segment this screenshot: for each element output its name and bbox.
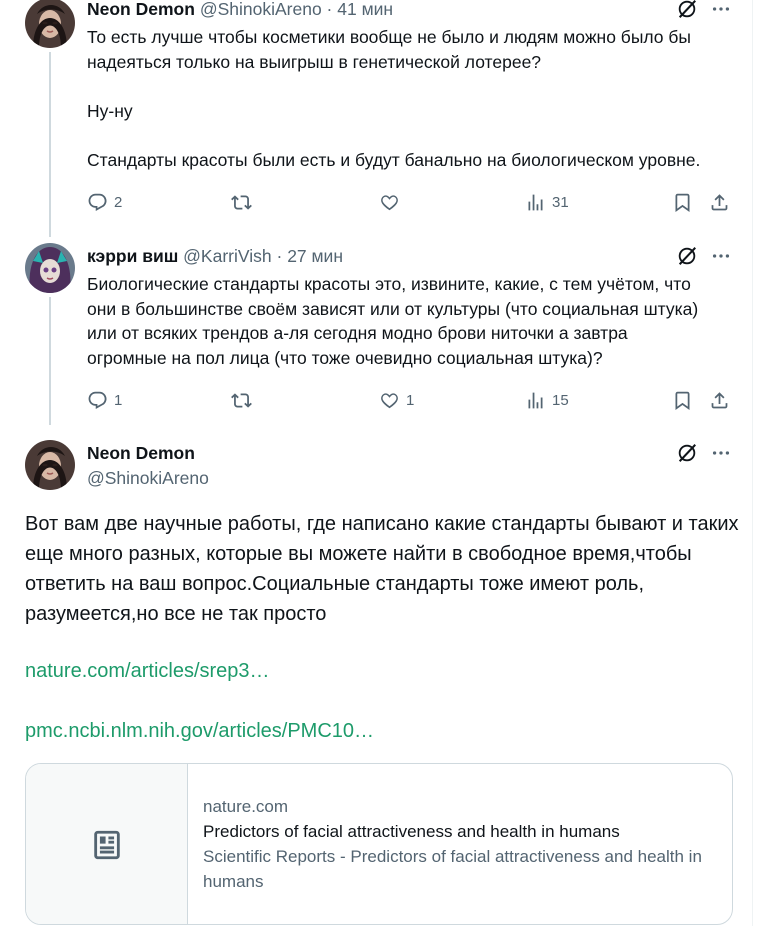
reply-icon: [88, 193, 107, 211]
tweet-actions: 2 31: [87, 190, 737, 214]
link-pmc[interactable]: pmc.ncbi.nlm.nih.gov/articles/PMC10…: [25, 720, 374, 743]
like-button[interactable]: [379, 190, 406, 214]
thread-line: [49, 52, 51, 237]
avatar[interactable]: [25, 440, 75, 490]
views-icon: [528, 392, 543, 408]
tweet-text: Биологические стандарты красоты это, изв…: [87, 274, 699, 368]
repost-icon: [231, 194, 252, 210]
views-button[interactable]: 31: [525, 190, 569, 214]
share-icon: [711, 391, 728, 408]
reply-button[interactable]: 1: [87, 388, 122, 412]
main-author-name[interactable]: Neon Demon: [87, 442, 195, 464]
bookmark-button[interactable]: [672, 190, 693, 214]
author-handle[interactable]: @ShinokiAreno: [200, 0, 322, 19]
link-preview-card[interactable]: nature.com Predictors of facial attracti…: [25, 763, 733, 925]
grok-icon[interactable]: [676, 0, 698, 20]
like-count: 1: [406, 391, 415, 409]
reply-button[interactable]: 2: [87, 190, 122, 214]
right-border: [752, 0, 753, 926]
reply-count: 1: [114, 391, 123, 409]
bookmark-button[interactable]: [672, 388, 693, 412]
tweet-text: То есть лучше чтобы косметики вообще не …: [87, 27, 701, 170]
grok-icon[interactable]: [676, 442, 698, 464]
card-thumbnail: [26, 764, 188, 924]
thread-line: [49, 297, 51, 425]
card-text: nature.com Predictors of facial attracti…: [203, 794, 723, 894]
main-author-handle[interactable]: @ShinokiAreno: [87, 468, 209, 489]
card-domain: nature.com: [203, 797, 289, 816]
reply-count: 2: [114, 193, 123, 211]
more-icon[interactable]: [710, 0, 732, 20]
tweet-actions: 1 1 15: [87, 388, 737, 412]
link-nature[interactable]: nature.com/articles/srep3…: [25, 660, 270, 683]
timestamp[interactable]: · 27 мин: [277, 246, 344, 266]
like-button[interactable]: 1: [379, 388, 414, 412]
heart-icon: [381, 392, 398, 408]
reply-icon: [88, 391, 107, 409]
more-icon[interactable]: [710, 442, 732, 464]
share-icon: [711, 193, 728, 210]
views-count: 31: [552, 193, 569, 211]
share-button[interactable]: [709, 388, 730, 412]
tweet-header: кэрри виш @KarriVish · 27 мин: [87, 245, 343, 267]
bookmark-icon: [675, 391, 690, 410]
article-icon: [93, 830, 120, 860]
author-name[interactable]: Neon Demon: [87, 0, 195, 19]
views-icon: [528, 194, 543, 210]
card-title: Predictors of facial attractiveness and …: [203, 822, 620, 841]
grok-icon[interactable]: [676, 245, 698, 267]
avatar[interactable]: [25, 0, 75, 48]
author-name[interactable]: кэрри виш: [87, 246, 178, 266]
repost-button[interactable]: [231, 190, 258, 214]
timestamp[interactable]: · 41 мин: [327, 0, 394, 19]
repost-icon: [231, 392, 252, 408]
tweet-header: Neon Demon @ShinokiAreno · 41 мин: [87, 0, 393, 20]
author-handle[interactable]: @KarriVish: [183, 246, 271, 266]
views-button[interactable]: 15: [525, 388, 569, 412]
views-count: 15: [552, 391, 569, 409]
avatar[interactable]: [25, 243, 75, 293]
more-icon[interactable]: [710, 245, 732, 267]
card-description: Scientific Reports - Predictors of facia…: [203, 847, 702, 891]
bookmark-icon: [675, 193, 690, 212]
heart-icon: [381, 194, 398, 210]
repost-button[interactable]: [231, 388, 258, 412]
main-tweet-text: Вот вам две научные работы, где написано…: [25, 513, 739, 625]
share-button[interactable]: [709, 190, 730, 214]
